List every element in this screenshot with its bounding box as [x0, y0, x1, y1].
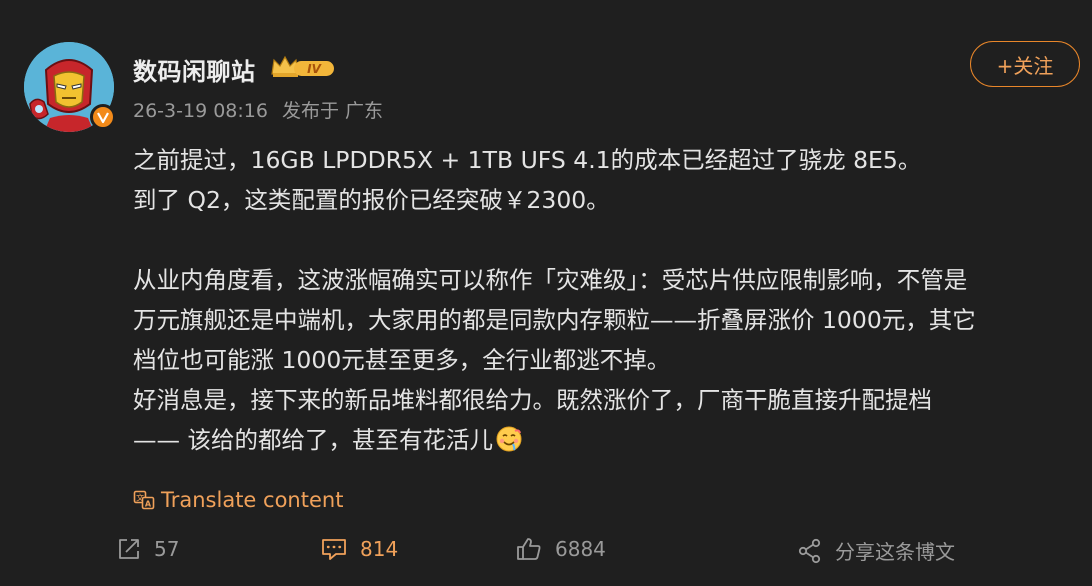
- translate-icon: 文 A: [133, 490, 155, 510]
- drooling-emoji-icon: [495, 425, 523, 453]
- like-count: 6884: [555, 537, 606, 561]
- post-line-last: —— 该给的都给了，甚至有花活儿: [133, 420, 1083, 460]
- weibo-post-card: 数码闲聊站 IV 26-3-19 08:16 发布于 广东 +关注 之前提过，1…: [0, 0, 1092, 586]
- share-icon: [798, 538, 821, 563]
- post-line: 好消息是，接下来的新品堆料都很给力。既然涨价了，厂商干脆直接升配提档: [133, 386, 932, 414]
- post-location: 发布于 广东: [282, 100, 384, 122]
- post-line: 万元旗舰还是中端机，大家用的都是同款内存颗粒——折叠屏涨价 1000元，其它: [133, 306, 976, 334]
- comment-button[interactable]: 814: [320, 536, 398, 562]
- share-label: 分享这条博文: [835, 540, 955, 564]
- action-bar: 57 814 6884 分享这条博文: [0, 530, 1092, 576]
- svg-text:A: A: [145, 500, 152, 509]
- post-content: 之前提过，16GB LPDDR5X + 1TB UFS 4.1的成本已经超过了骁…: [133, 140, 1083, 460]
- translate-label: Translate content: [161, 488, 344, 512]
- comment-count: 814: [360, 537, 399, 561]
- vip-level-text: IV: [307, 62, 322, 76]
- repost-count: 57: [154, 537, 180, 561]
- post-timestamp[interactable]: 26-3-19 08:16: [133, 100, 268, 122]
- like-button[interactable]: 6884: [515, 536, 606, 562]
- post-meta: 26-3-19 08:16 发布于 广东: [133, 96, 391, 123]
- verified-badge-icon: [90, 104, 116, 130]
- post-line: 到了 Q2，这类配置的报价已经突破￥2300。: [133, 186, 610, 214]
- post-line: 从业内角度看，这波涨幅确实可以称作「灾难级」：受芯片供应限制影响，不管是: [133, 266, 968, 294]
- translate-content-link[interactable]: 文 A Translate content: [133, 488, 343, 512]
- post-line: 之前提过，16GB LPDDR5X + 1TB UFS 4.1的成本已经超过了骁…: [133, 146, 922, 174]
- repost-icon: [119, 539, 139, 559]
- avatar[interactable]: [24, 42, 116, 132]
- follow-button[interactable]: +关注: [970, 41, 1080, 87]
- post-line-text: —— 该给的都给了，甚至有花活儿: [133, 426, 493, 454]
- comment-icon: [322, 539, 346, 560]
- repost-button[interactable]: 57: [116, 536, 179, 562]
- thumbs-up-icon: [517, 538, 541, 560]
- share-post-button[interactable]: 分享这条博文: [797, 536, 955, 565]
- vip-crown-badge-icon[interactable]: IV: [270, 52, 338, 80]
- post-line: 档位也可能涨 1000元甚至更多，全行业都逃不掉。: [133, 346, 671, 374]
- author-name[interactable]: 数码闲聊站: [133, 52, 256, 87]
